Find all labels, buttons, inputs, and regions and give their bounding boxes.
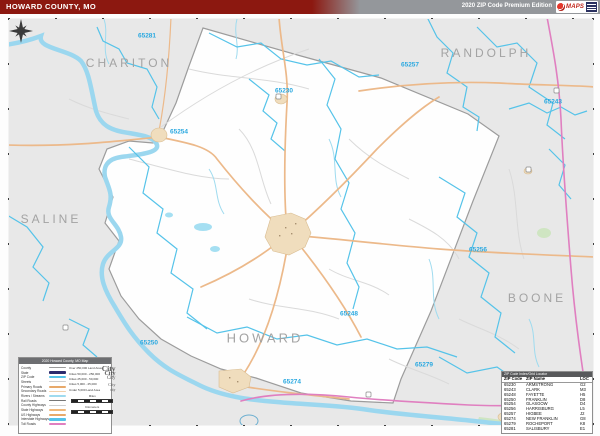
legend-item-label: State [21, 370, 29, 375]
county-label: SALINE [20, 212, 82, 226]
city-size-label: Over 250,000 Land Area [69, 366, 102, 371]
map-canvas: CHARITON RANDOLPH SALINE BOONE HOWARD 65281 6… [8, 18, 594, 434]
zip-code-label: 65281 [137, 32, 157, 40]
legend-item-label: Interstate Highways [21, 417, 49, 422]
brand-tag-icon [586, 2, 597, 12]
county-label: RANDOLPH [440, 46, 532, 60]
zip-code-label: 65257 [400, 61, 420, 69]
header-bar: HOWARD COUNTY, MO 2020 ZIP Code Premium … [0, 0, 600, 14]
legend-items: County State ZIP Code Streets Primary Ro… [21, 366, 66, 427]
edition-label: 2020 ZIP Code Premium Edition [461, 3, 552, 9]
cell-zip: 65281 [504, 425, 516, 431]
legend-item-label: US Highways [21, 412, 41, 417]
legend-line-sample [49, 371, 66, 374]
legend-line-sample [49, 395, 66, 397]
scale-km-label: Kilometers [85, 405, 100, 410]
zip-table-rows: 65230 ARMSTRONG G2 65243 CLARK M3 65248 … [502, 382, 592, 432]
zip-index-table: ZIP Code Index/Grid Locator ZIP Code ZIP… [501, 371, 593, 434]
cell-loc: E1 [580, 425, 586, 431]
zip-code-label: 65243 [543, 98, 563, 106]
county-label: BOONE [507, 291, 567, 305]
brand-name: MAPS [566, 4, 585, 10]
city-size-label: Under 5,000 Land Area [69, 387, 101, 392]
zip-code-label: 65250 [139, 339, 159, 347]
cell-name: SALISBURY [526, 425, 550, 431]
legend-line-sample [49, 390, 66, 393]
legend-item: Toll Roads [21, 422, 66, 427]
legend-city-row: Cities 50,000 - 250,000 City [69, 371, 115, 377]
legend-line-sample [49, 381, 66, 383]
legend-city-row: Under 5,000 Land Area city [69, 387, 115, 392]
city-sample-text: city [110, 387, 116, 392]
legend-item-label: ZIP Code [21, 375, 35, 380]
globe-logo-icon [557, 3, 565, 11]
zip-code-label: 65254 [169, 128, 189, 136]
compass-rose-icon [9, 19, 33, 43]
legend-item-label: County [21, 365, 32, 370]
legend-item-label: State Highways [21, 408, 44, 413]
legend-item-label: Rivers / Streams [21, 393, 45, 398]
city-size-label: Cities 25,000 - 50,000 [69, 376, 99, 381]
city-sample-text: City [108, 381, 116, 387]
scale-bar-km [71, 410, 114, 415]
legend-item-label: Toll Roads [21, 422, 36, 427]
legend-item-label: Streets [21, 379, 32, 384]
legend-item-label: Secondary Roads [21, 389, 47, 394]
legend-item-label: County Highways [21, 403, 46, 408]
legend-line-sample [49, 413, 66, 416]
legend-item-label: Primary Roads [21, 384, 43, 389]
legend-line-sample [49, 400, 66, 402]
brand-logo: MAPS [556, 1, 598, 13]
legend-line-sample [49, 367, 66, 369]
county-label: CHARITON [85, 56, 173, 70]
county-label: HOWARD [226, 330, 304, 346]
page-title: HOWARD COUNTY, MO [6, 2, 97, 11]
zip-code-label: 65279 [414, 361, 434, 369]
legend-city-row: Cities 25,000 - 50,000 City [69, 376, 115, 381]
city-size-label: Cities 50,000 - 250,000 [69, 371, 101, 376]
scale-miles-label: Miles [88, 394, 96, 399]
legend-line-sample [49, 376, 66, 378]
legend-line-sample [49, 423, 66, 426]
zip-code-label: 65256 [468, 246, 488, 254]
city-sample-text: City [106, 376, 116, 382]
city-size-label: Cities 5,000 - 25,000 [69, 382, 97, 387]
scale-bar-miles [71, 399, 114, 404]
legend-line-sample [49, 404, 66, 406]
legend-item-label: Rail Roads [21, 398, 37, 403]
zip-code-label: 65230 [274, 87, 294, 95]
zip-code-label: 65248 [339, 310, 359, 318]
map-page: HOWARD COUNTY, MO 2020 ZIP Code Premium … [0, 0, 600, 436]
legend-line-sample [49, 418, 66, 421]
zip-code-label: 65274 [282, 378, 302, 386]
legend-city-sizes: Over 250,000 Land Area City Cities 50,00… [69, 364, 115, 393]
scale-bars: Miles Kilometers [69, 394, 115, 415]
legend-line-sample [49, 385, 66, 388]
table-row: 65281 SALISBURY E1 [502, 425, 592, 432]
legend-city-row: Cities 5,000 - 25,000 City [69, 382, 115, 387]
legend-line-sample [49, 409, 66, 411]
map-legend: 2020 Howard County, MO Map County State … [18, 357, 115, 434]
